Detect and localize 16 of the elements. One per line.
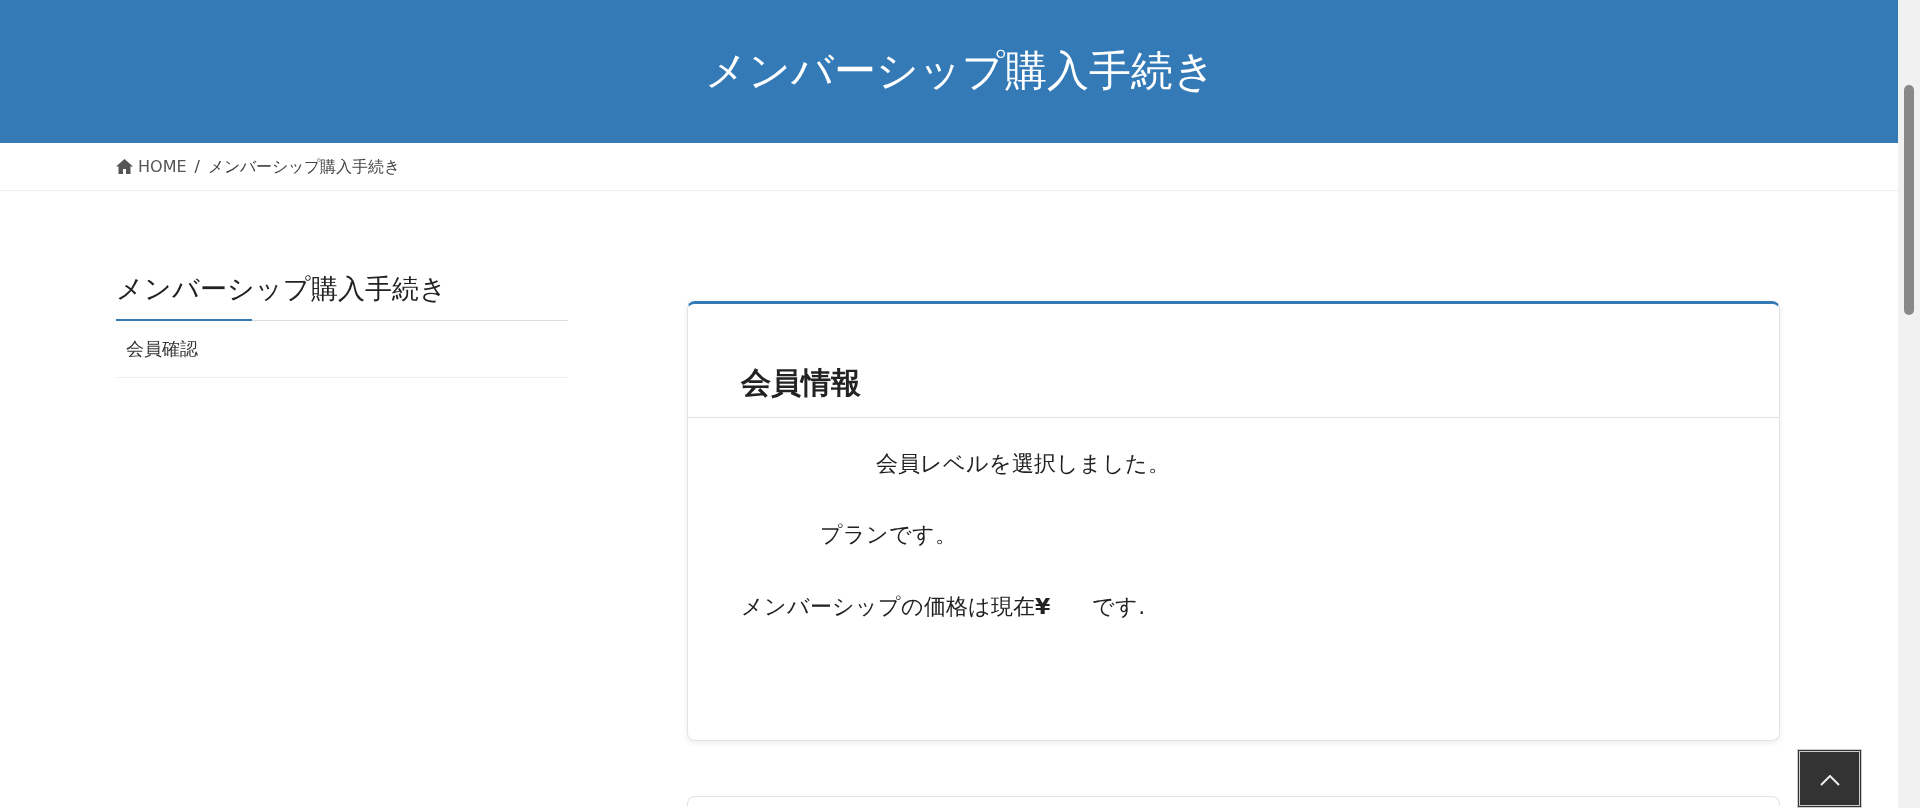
page-title: メンバーシップ購入手続き (704, 46, 1216, 97)
info-text: です. (1092, 593, 1146, 621)
info-text: メンバーシップの価格は現在¥ (741, 593, 1051, 621)
chevron-up-icon (1819, 775, 1840, 786)
breadcrumb-link[interactable]: HOME (138, 154, 187, 179)
sidebar-link[interactable]: 会員確認 (116, 320, 568, 378)
breadcrumb-separator: / (194, 155, 200, 178)
back-to-top-button[interactable] (1797, 749, 1862, 808)
info-text: 会員レベルを選択しました。 (876, 451, 1170, 478)
card-title: 会員情報 (688, 304, 1779, 418)
scrollbar[interactable] (1898, 0, 1920, 808)
info-text: プランです。 (820, 522, 957, 549)
scrollbar-thumb[interactable] (1904, 85, 1914, 315)
sidebar-title: メンバーシップ購入手続き (116, 269, 568, 321)
breadcrumb-current: メンバーシップ購入手続き (207, 155, 400, 178)
home-icon (116, 159, 133, 174)
